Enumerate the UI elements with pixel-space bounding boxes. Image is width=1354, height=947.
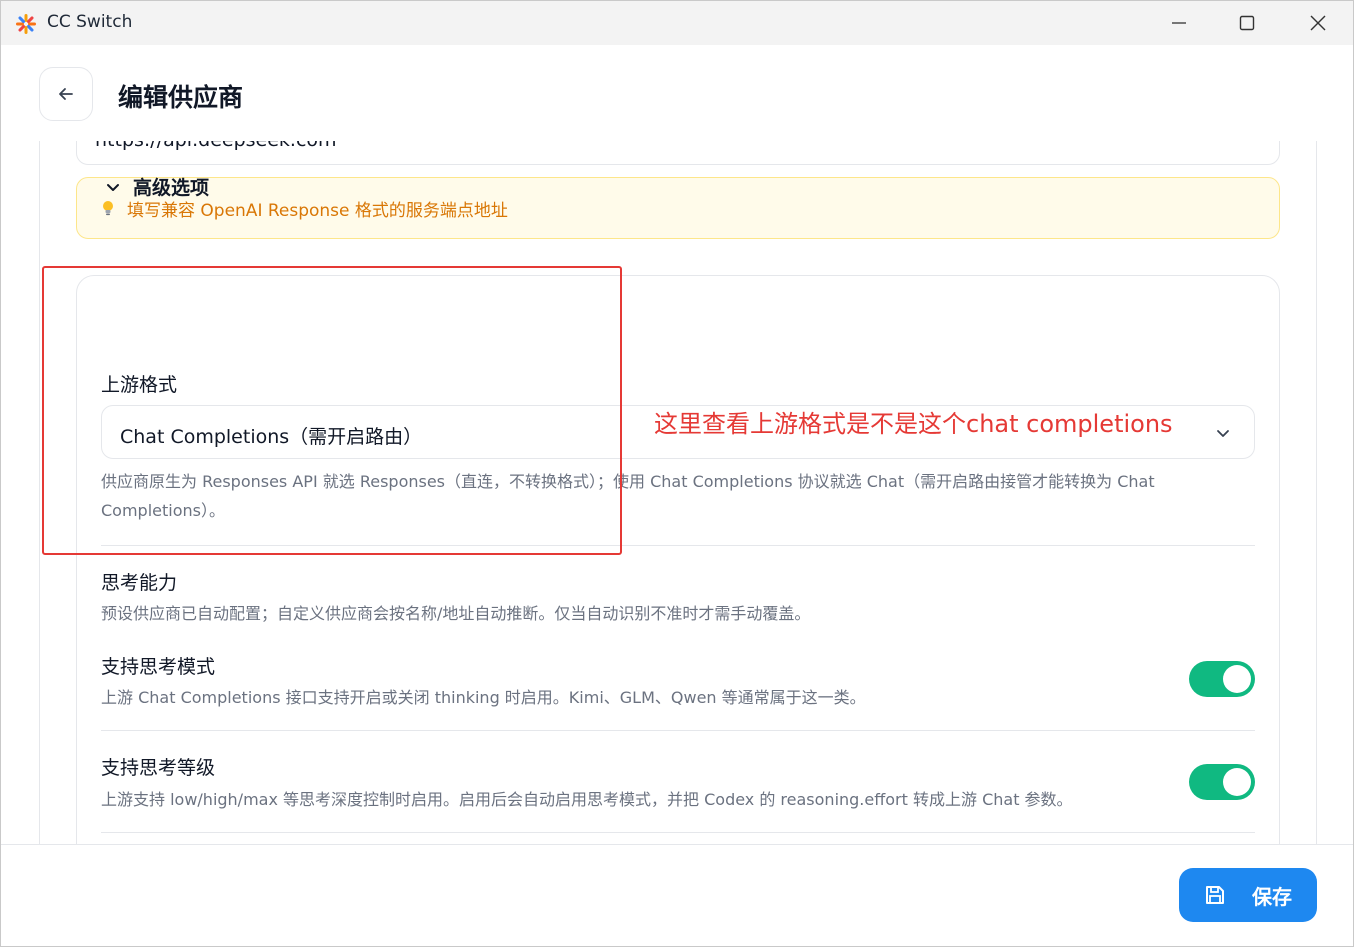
app-window: CC Switch 编辑供应商 https://api.deepseek.com… (0, 0, 1354, 947)
page-title: 编辑供应商 (118, 83, 244, 112)
advanced-options-card (76, 275, 1280, 844)
advanced-options-title: 高级选项 (133, 177, 210, 199)
close-icon (1310, 15, 1326, 31)
thinking-section-desc: 预设供应商已自动配置；自定义供应商会按名称/地址自动推断。仅当自动识别不准时才需… (101, 604, 811, 623)
thinking-mode-switch[interactable] (1189, 661, 1255, 697)
close-button[interactable] (1283, 1, 1353, 45)
thinking-level-label: 支持思考等级 (101, 757, 216, 779)
save-button[interactable]: 保存 (1179, 868, 1317, 922)
switch-knob (1223, 768, 1251, 796)
thinking-level-switch[interactable] (1189, 764, 1255, 800)
endpoint-hint: 填写兼容 OpenAI Response 格式的服务端点地址 (76, 177, 1280, 239)
section-divider (101, 832, 1255, 833)
thinking-section-title: 思考能力 (101, 572, 178, 594)
base-url-input[interactable]: https://api.deepseek.com (76, 141, 1280, 165)
minimize-button[interactable] (1144, 1, 1214, 45)
save-label: 保存 (1252, 884, 1292, 909)
upstream-format-value: Chat Completions（需开启路由） (120, 426, 423, 448)
section-divider (101, 545, 1255, 546)
maximize-icon (1239, 15, 1255, 31)
thinking-mode-label: 支持思考模式 (101, 656, 216, 678)
minimize-icon (1172, 22, 1186, 24)
title-bar: CC Switch (1, 1, 1353, 45)
window-title: CC Switch (47, 12, 133, 32)
lightbulb-icon (103, 201, 113, 216)
chevron-down-icon (107, 183, 119, 191)
thinking-level-desc: 上游支持 low/high/max 等思考深度控制时启用。启用后会自动启用思考模… (101, 790, 1073, 809)
app-logo-icon (16, 14, 36, 34)
chevron-down-icon (1217, 430, 1229, 437)
advanced-options-toggle[interactable]: 高级选项 (105, 173, 209, 200)
back-button[interactable] (39, 67, 93, 121)
form-scroll-area[interactable]: https://api.deepseek.com 填写兼容 OpenAI Res… (1, 141, 1353, 844)
save-icon (1206, 886, 1224, 904)
thinking-mode-desc: 上游 Chat Completions 接口支持开启或关闭 thinking 时… (101, 688, 866, 707)
footer-bar (1, 844, 1353, 946)
upstream-format-description: 供应商原生为 Responses API 就选 Responses（直连，不转换… (101, 472, 1155, 520)
switch-knob (1223, 665, 1251, 693)
upstream-format-label: 上游格式 (101, 374, 178, 396)
annotation-text: 这里查看上游格式是不是这个chat completions (654, 410, 1173, 438)
arrow-left-icon (59, 88, 73, 100)
section-divider (101, 730, 1255, 731)
maximize-button[interactable] (1212, 1, 1282, 45)
